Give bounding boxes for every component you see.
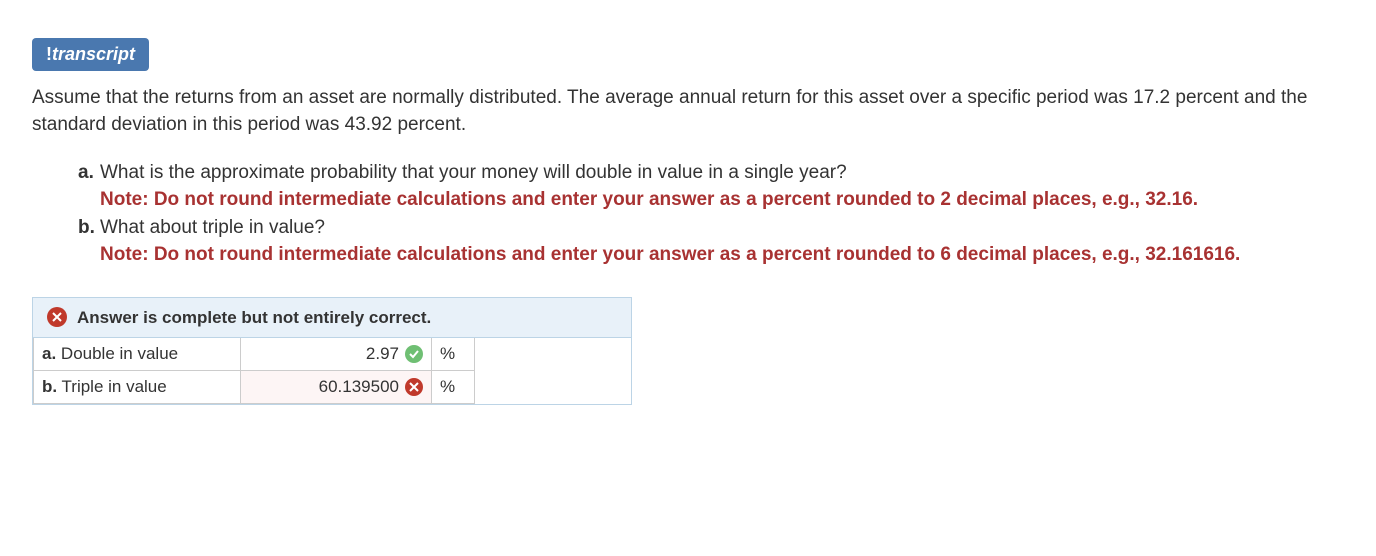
answer-b-label: b. Triple in value [34,371,241,404]
part-b-text: What about triple in value? [100,215,325,242]
part-b-label: b. [78,215,100,242]
cross-icon [47,307,67,327]
part-b: b. What about triple in value? Note: Do … [78,215,1344,268]
part-a-label: a. [78,160,100,187]
part-a-text: What is the approximate probability that… [100,160,847,187]
transcript-button[interactable]: !transcript [32,38,149,71]
part-b-note: Note: Do not round intermediate calculat… [100,242,1344,269]
answer-table: a. Double in value 2.97 % b. Triple in v… [33,338,475,404]
answer-a-value: 2.97 [366,342,399,366]
answer-a-value-cell[interactable]: 2.97 [241,338,432,371]
table-row: a. Double in value 2.97 % [34,338,475,371]
answer-b-unit: % [432,371,475,404]
check-icon [405,345,423,363]
answer-header-text: Answer is complete but not entirely corr… [77,306,431,330]
answer-feedback-box: Answer is complete but not entirely corr… [32,297,632,406]
question-parts: a. What is the approximate probability t… [32,160,1344,268]
answer-header: Answer is complete but not entirely corr… [33,298,631,339]
part-a-note: Note: Do not round intermediate calculat… [100,187,1344,214]
answer-a-label: a. Double in value [34,338,241,371]
part-a: a. What is the approximate probability t… [78,160,1344,213]
question-text: Assume that the returns from an asset ar… [32,85,1344,138]
transcript-button-label: transcript [52,44,135,64]
answer-b-value: 60.139500 [319,375,399,399]
answer-b-value-cell[interactable]: 60.139500 [241,371,432,404]
cross-icon [405,378,423,396]
answer-a-unit: % [432,338,475,371]
table-row: b. Triple in value 60.139500 % [34,371,475,404]
